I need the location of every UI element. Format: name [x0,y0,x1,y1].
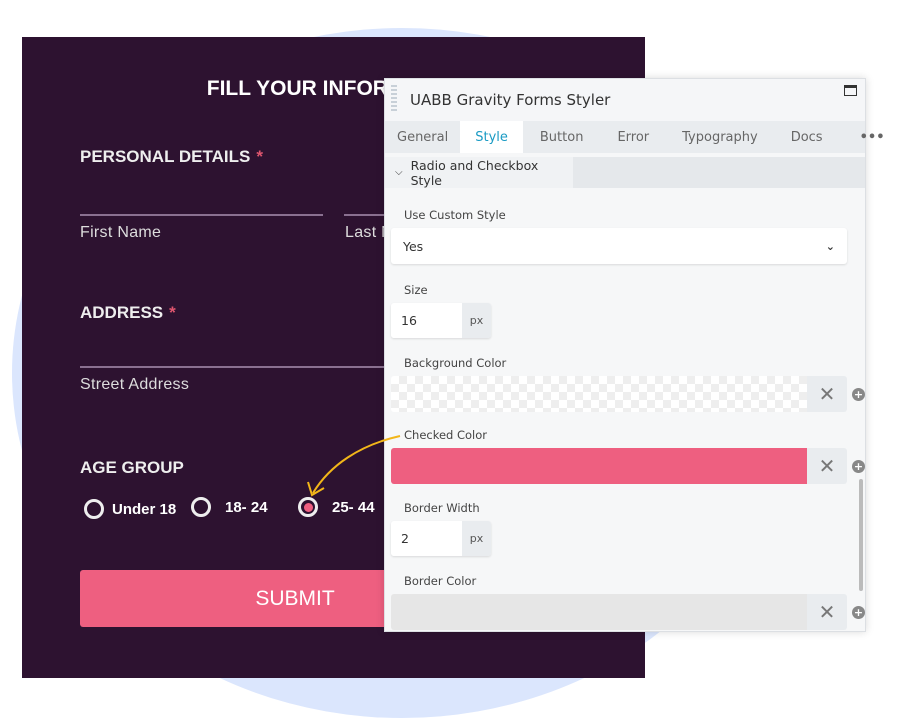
arrow-curve [312,435,401,494]
annotation-arrow [307,435,401,497]
